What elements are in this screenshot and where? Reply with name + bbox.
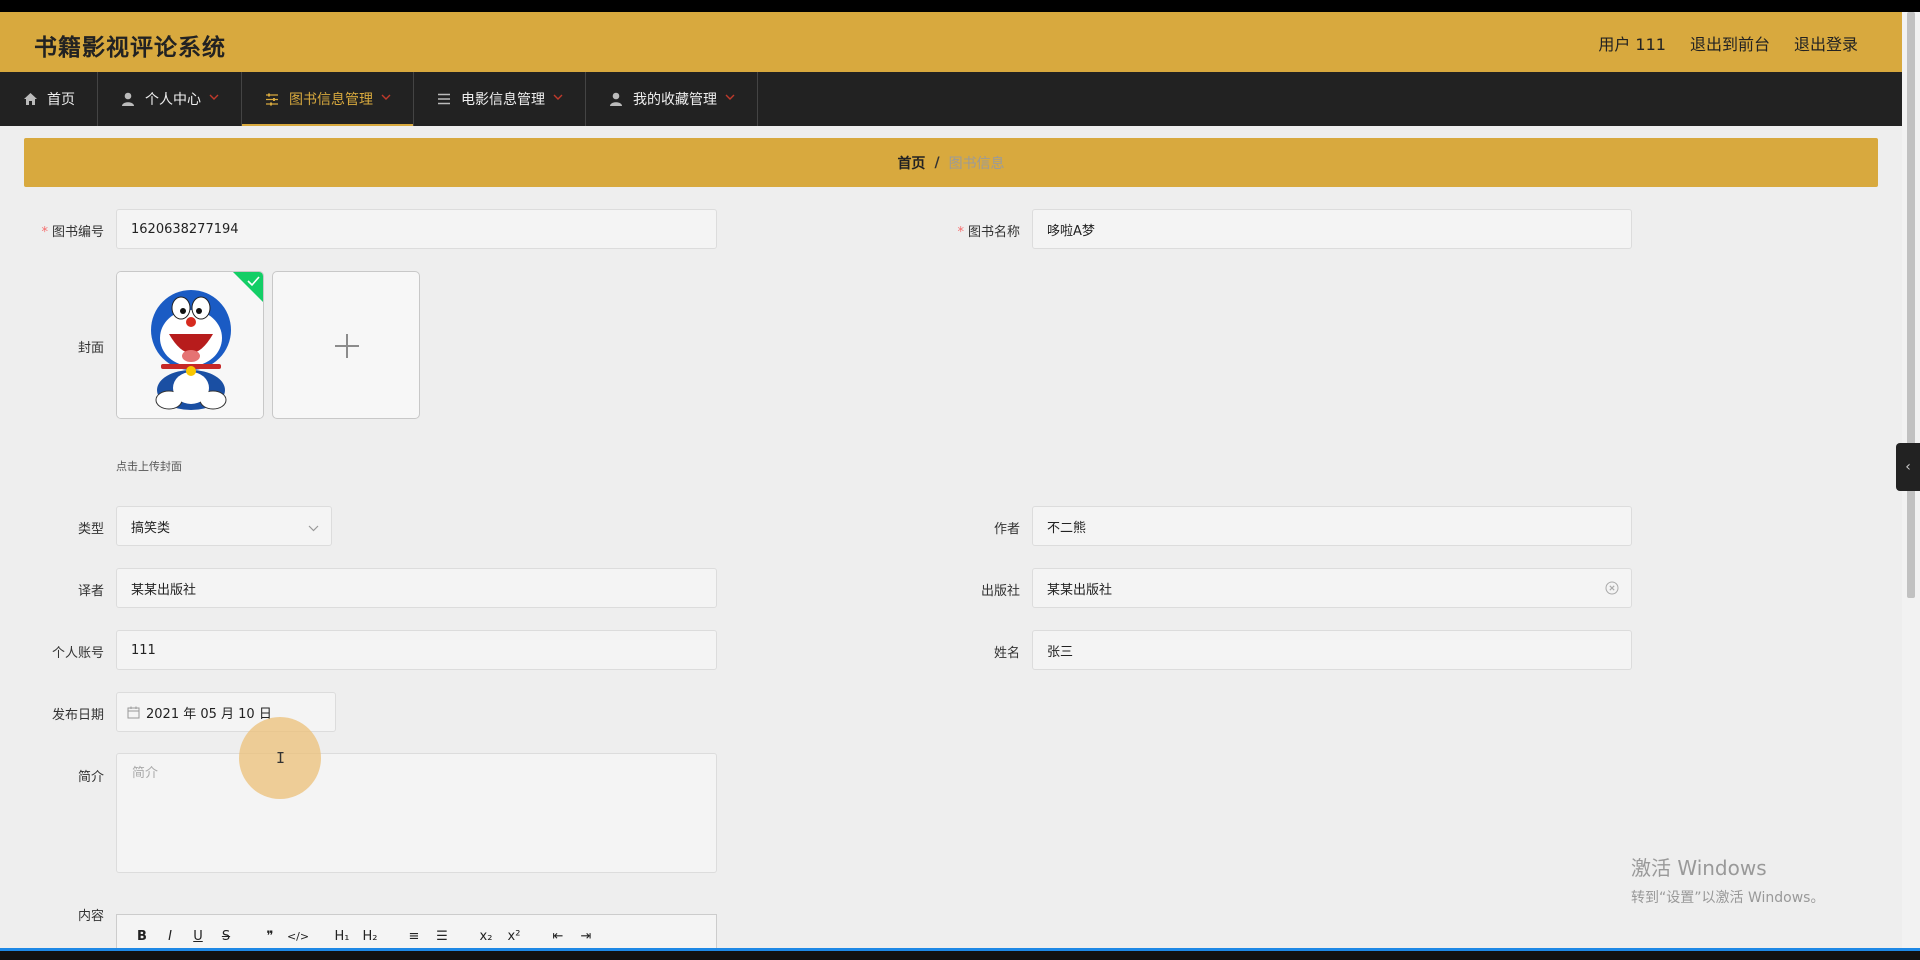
type-label: 类型 xyxy=(77,522,104,537)
logout-link[interactable]: 退出登录 xyxy=(1794,31,1858,55)
name-input[interactable]: 张三 xyxy=(1032,630,1632,670)
nav-home[interactable]: 首页 xyxy=(0,72,98,126)
book-name-label: * 图书名称 xyxy=(957,225,1020,240)
content-label: 内容 xyxy=(77,909,104,924)
header-bar: 书籍影视评论系统 用户 111 退出到前台 退出登录 xyxy=(0,12,1902,72)
sliders-icon xyxy=(264,91,280,107)
heading2-button[interactable]: H₂ xyxy=(359,926,381,948)
type-select-value: 搞笑类 xyxy=(131,520,171,536)
account-input[interactable]: 111 xyxy=(116,630,717,670)
subscript-button[interactable]: x₂ xyxy=(475,926,497,948)
nav-movies[interactable]: 电影信息管理 xyxy=(414,72,586,126)
user-icon xyxy=(608,91,624,107)
strikethrough-button[interactable]: S xyxy=(215,926,237,948)
cover-upload-button[interactable] xyxy=(272,271,420,419)
breadcrumb-current: 图书信息 xyxy=(948,155,1005,172)
breadcrumb: 首页 / 图书信息 xyxy=(24,138,1878,187)
account-label: 个人账号 xyxy=(51,646,104,661)
translator-input[interactable]: 某某出版社 xyxy=(116,568,717,608)
cover-thumbnail[interactable] xyxy=(116,271,264,419)
scrollbar-thumb[interactable] xyxy=(1907,12,1915,598)
chevron-down-icon xyxy=(553,94,563,104)
nav-personal[interactable]: 个人中心 xyxy=(98,72,242,126)
cover-upload-hint: 点击上传封面 xyxy=(116,460,182,473)
app-viewport: 书籍影视评论系统 用户 111 退出到前台 退出登录 首页 个人中心 图书信息管… xyxy=(0,12,1920,948)
indent-button[interactable]: ⇥ xyxy=(575,926,597,948)
clear-icon[interactable] xyxy=(1605,581,1619,599)
calendar-icon xyxy=(127,706,140,719)
nav-favorites-label: 我的收藏管理 xyxy=(633,92,717,108)
chevron-down-icon xyxy=(725,94,735,104)
intro-textarea[interactable]: 简介 xyxy=(116,753,717,873)
intro-label: 简介 xyxy=(77,770,104,785)
name-label: 姓名 xyxy=(993,646,1020,661)
italic-button[interactable]: I xyxy=(159,926,181,948)
user-icon xyxy=(120,91,136,107)
underline-button[interactable]: U xyxy=(187,926,209,948)
superscript-button[interactable]: x² xyxy=(503,926,525,948)
exit-to-frontend-link[interactable]: 退出到前台 xyxy=(1690,31,1770,55)
windows-activation-watermark: 激活 Windows 转到“设置”以激活 Windows。 xyxy=(1631,852,1824,907)
chevron-down-icon xyxy=(308,521,319,536)
side-panel-toggle[interactable]: ‹ xyxy=(1896,443,1920,491)
plus-icon xyxy=(335,334,359,358)
nav-books-label: 图书信息管理 xyxy=(289,92,373,108)
publisher-input[interactable]: 某某出版社 xyxy=(1032,568,1632,608)
publisher-value: 某某出版社 xyxy=(1047,582,1113,598)
book-no-input[interactable]: 1620638277194 xyxy=(116,209,717,249)
rich-text-toolbar: B I U S ❞ </> H₁ H₂ ≡ ☰ x₂ x² ⇤ ⇥ xyxy=(116,914,717,948)
breadcrumb-separator: / xyxy=(934,154,940,171)
nav-favorites[interactable]: 我的收藏管理 xyxy=(586,72,758,126)
type-select[interactable]: 搞笑类 xyxy=(116,506,332,546)
nav-personal-label: 个人中心 xyxy=(145,92,201,108)
top-links: 用户 111 退出到前台 退出登录 xyxy=(1598,31,1858,55)
user-link[interactable]: 用户 111 xyxy=(1598,31,1666,55)
bullet-list-button[interactable]: ☰ xyxy=(431,926,453,948)
list-icon xyxy=(436,91,452,107)
blockquote-button[interactable]: ❞ xyxy=(259,926,281,948)
book-no-label: * 图书编号 xyxy=(41,225,104,240)
chevron-left-icon: ‹ xyxy=(1905,459,1911,475)
author-label: 作者 xyxy=(993,522,1020,537)
chevron-down-icon xyxy=(209,94,219,104)
heading1-button[interactable]: H₁ xyxy=(331,926,353,948)
nav-books[interactable]: 图书信息管理 xyxy=(242,72,414,126)
author-input[interactable]: 不二熊 xyxy=(1032,506,1632,546)
taskbar-accent xyxy=(0,948,1920,951)
translator-label: 译者 xyxy=(77,584,104,599)
watermark-line2: 转到“设置”以激活 Windows。 xyxy=(1631,890,1825,906)
bold-button[interactable]: B xyxy=(131,926,153,948)
app-title: 书籍影视评论系统 xyxy=(34,35,226,61)
breadcrumb-home[interactable]: 首页 xyxy=(897,153,925,173)
chevron-down-icon xyxy=(381,94,391,104)
nav-movies-label: 电影信息管理 xyxy=(461,92,545,108)
watermark-line1: 激活 Windows xyxy=(1631,856,1767,880)
home-icon xyxy=(22,91,38,107)
publish-date-label: 发布日期 xyxy=(51,708,104,723)
publish-date-value: 2021 年 05 月 10 日 xyxy=(146,706,272,722)
main-nav: 首页 个人中心 图书信息管理 电影信息管理 我的收藏管理 xyxy=(0,72,1902,126)
check-icon xyxy=(233,272,263,302)
code-button[interactable]: </> xyxy=(287,926,309,948)
book-name-input[interactable]: 哆啦A梦 xyxy=(1032,209,1632,249)
ordered-list-button[interactable]: ≡ xyxy=(403,926,425,948)
outdent-button[interactable]: ⇤ xyxy=(547,926,569,948)
cover-label: 封面 xyxy=(77,341,104,356)
publisher-label: 出版社 xyxy=(980,584,1020,599)
text-cursor-icon: I xyxy=(276,749,286,767)
nav-home-label: 首页 xyxy=(47,92,75,108)
